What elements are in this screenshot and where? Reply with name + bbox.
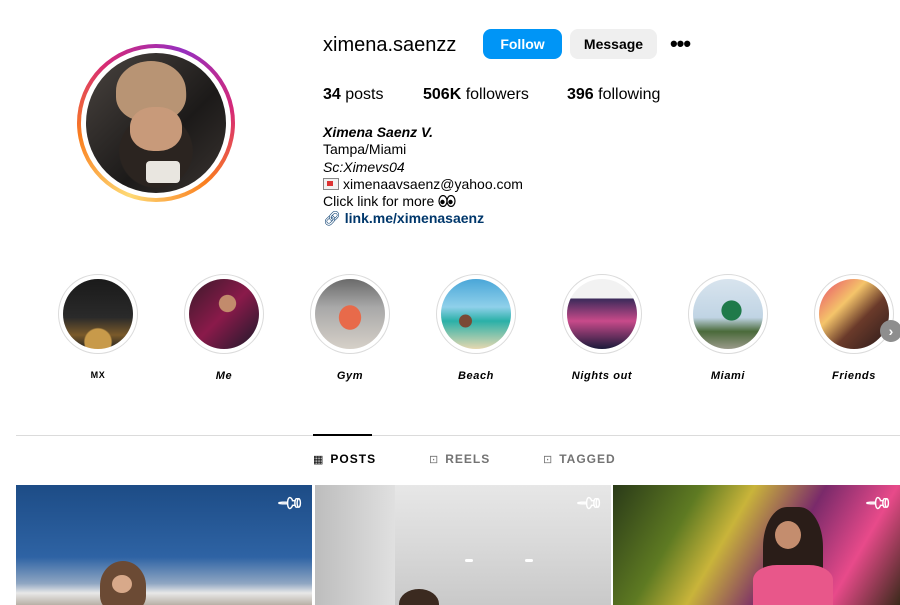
mail-icon [323,177,339,190]
follow-button[interactable]: Follow [483,29,562,59]
profile-avatar[interactable] [77,44,235,202]
followers-count: 506K [423,86,462,103]
post-wall [315,485,395,605]
post-light [465,559,473,562]
bio-link-row[interactable]: 🔗︎ link.me/ximenasaenz [323,210,523,227]
highlight-miami-image [693,279,763,349]
highlight-label: Beach [457,370,495,382]
link-icon: 🔗︎ [323,210,341,227]
posts-count: 34 [323,86,341,103]
highlight-ring [436,274,516,354]
highlight-ring [688,274,768,354]
highlight-me[interactable]: Me [179,274,269,382]
bio-snapchat-text: Sc:Ximevs04 [323,158,405,175]
tab-reels-label: REELS [445,452,491,466]
highlight-label: MX [90,370,106,380]
pin-icon: 📌︎ [574,487,606,519]
tab-posts-label: POSTS [330,452,377,466]
grid-icon: ▦ [313,453,325,466]
highlight-miami[interactable]: Miami [683,274,773,382]
bio-link[interactable]: link.me/ximenasaenz [345,210,484,226]
message-button[interactable]: Message [570,29,657,59]
post-thumbnail[interactable]: 📌︎ [16,485,312,605]
tab-tagged-label: TAGGED [559,452,616,466]
profile-bio: Ximena Saenz V. Tampa/Miami Sc:Ximevs04 … [323,124,523,228]
highlights-next-icon[interactable]: › [880,320,900,342]
bio-email-row: ximenaavsaenz@yahoo.com [323,176,523,193]
avatar-photo [86,53,226,193]
story-highlights: MX Me Gym Beach Nights out Miami Friends [0,274,900,384]
following-count: 396 [567,86,594,103]
highlight-ring [310,274,390,354]
highlight-beach-image [441,279,511,349]
bio-name: Ximena Saenz V. [323,124,433,140]
avatar-skin [130,107,182,151]
active-tab-indicator [313,434,372,436]
bio-email: ximenaavsaenz@yahoo.com [343,175,523,192]
bio-location: Tampa/Miami [323,141,407,158]
highlight-label: Gym [336,370,364,382]
highlight-label: Nights out [571,370,633,382]
tab-reels[interactable]: ⊡ REELS [429,452,490,466]
reels-icon: ⊡ [429,453,440,466]
tagged-icon: ⊡ [543,453,554,466]
highlight-ring [184,274,264,354]
followers-stat[interactable]: 506K followers [423,86,529,104]
tabs-divider [16,435,900,436]
post-thumbnail[interactable]: 📌︎ [315,485,611,605]
bio-click-text: Click link for more [323,193,435,210]
post-thumbnail[interactable]: 📌︎ [613,485,900,605]
tab-tagged[interactable]: ⊡ TAGGED [543,452,616,466]
followers-label: followers [465,86,529,103]
post-face [112,575,132,593]
highlight-ring [562,274,642,354]
posts-stat: 34 posts [323,86,384,104]
highlight-friends-image [819,279,889,349]
post-light [525,559,533,562]
following-label: following [598,86,661,103]
more-options-icon[interactable]: ••• [668,30,692,58]
eyes-emoji-icon [438,195,456,208]
bio-snapchat: Sc:Ximevs04 [323,159,523,176]
highlight-nights-out-image [567,279,637,349]
posts-label: posts [345,86,384,103]
pin-icon: 📌︎ [863,487,895,519]
highlight-label: Me [215,370,233,382]
profile-username: ximena.saenzz [323,34,457,56]
post-dress [753,565,833,605]
highlight-beach[interactable]: Beach [431,274,521,382]
highlight-label: Friends [832,370,876,382]
post-hair [399,589,439,605]
tab-posts[interactable]: ▦ POSTS [313,452,376,466]
highlight-ring [58,274,138,354]
post-face [775,521,801,549]
avatar-top [146,161,180,183]
highlight-mx[interactable]: MX [53,274,143,380]
highlight-mx-image [63,279,133,349]
highlight-me-image [189,279,259,349]
highlight-gym-image [315,279,385,349]
following-stat[interactable]: 396 following [567,86,660,104]
highlight-ring [814,274,894,354]
bio-click-row: Click link for more [323,193,523,210]
pin-icon: 📌︎ [275,487,307,519]
highlight-label: Miami [710,370,746,382]
highlight-gym[interactable]: Gym [305,274,395,382]
highlight-nights-out[interactable]: Nights out [557,274,647,382]
